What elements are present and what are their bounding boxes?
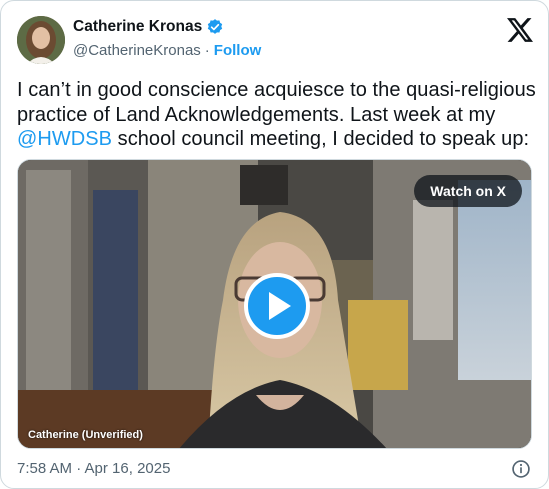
verified-badge-icon [206,18,224,36]
author-name-row: Catherine Kronas [73,18,224,36]
tweet-text: I can’t in good conscience acquiesce to … [17,78,537,152]
x-logo-icon[interactable] [507,18,533,42]
play-button[interactable] [244,273,310,339]
watch-on-x-button[interactable]: Watch on X [414,175,522,207]
follow-button[interactable]: Follow [214,42,262,59]
mention-link[interactable]: @HWDSB [17,128,112,150]
video-player[interactable]: Watch on X Catherine (Unverified) [17,159,532,449]
video-caption: Catherine (Unverified) [28,429,143,441]
author-handle[interactable]: @CatherineKronas [73,42,201,59]
info-icon[interactable] [511,459,531,479]
play-icon [269,292,291,320]
tweet-embed-card: Catherine Kronas @CatherineKronas · Foll… [0,0,549,489]
author-handle-row: @CatherineKronas · Follow [73,42,261,59]
tweet-timestamp[interactable]: 7:58 AM · Apr 16, 2025 [17,460,170,477]
avatar[interactable] [17,16,65,64]
tweet-text-part1: I can’t in good conscience acquiesce to … [17,79,536,126]
tweet-text-part2: school council meeting, I decided to spe… [112,128,530,150]
separator-dot: · [204,42,210,59]
display-name[interactable]: Catherine Kronas [73,18,202,36]
